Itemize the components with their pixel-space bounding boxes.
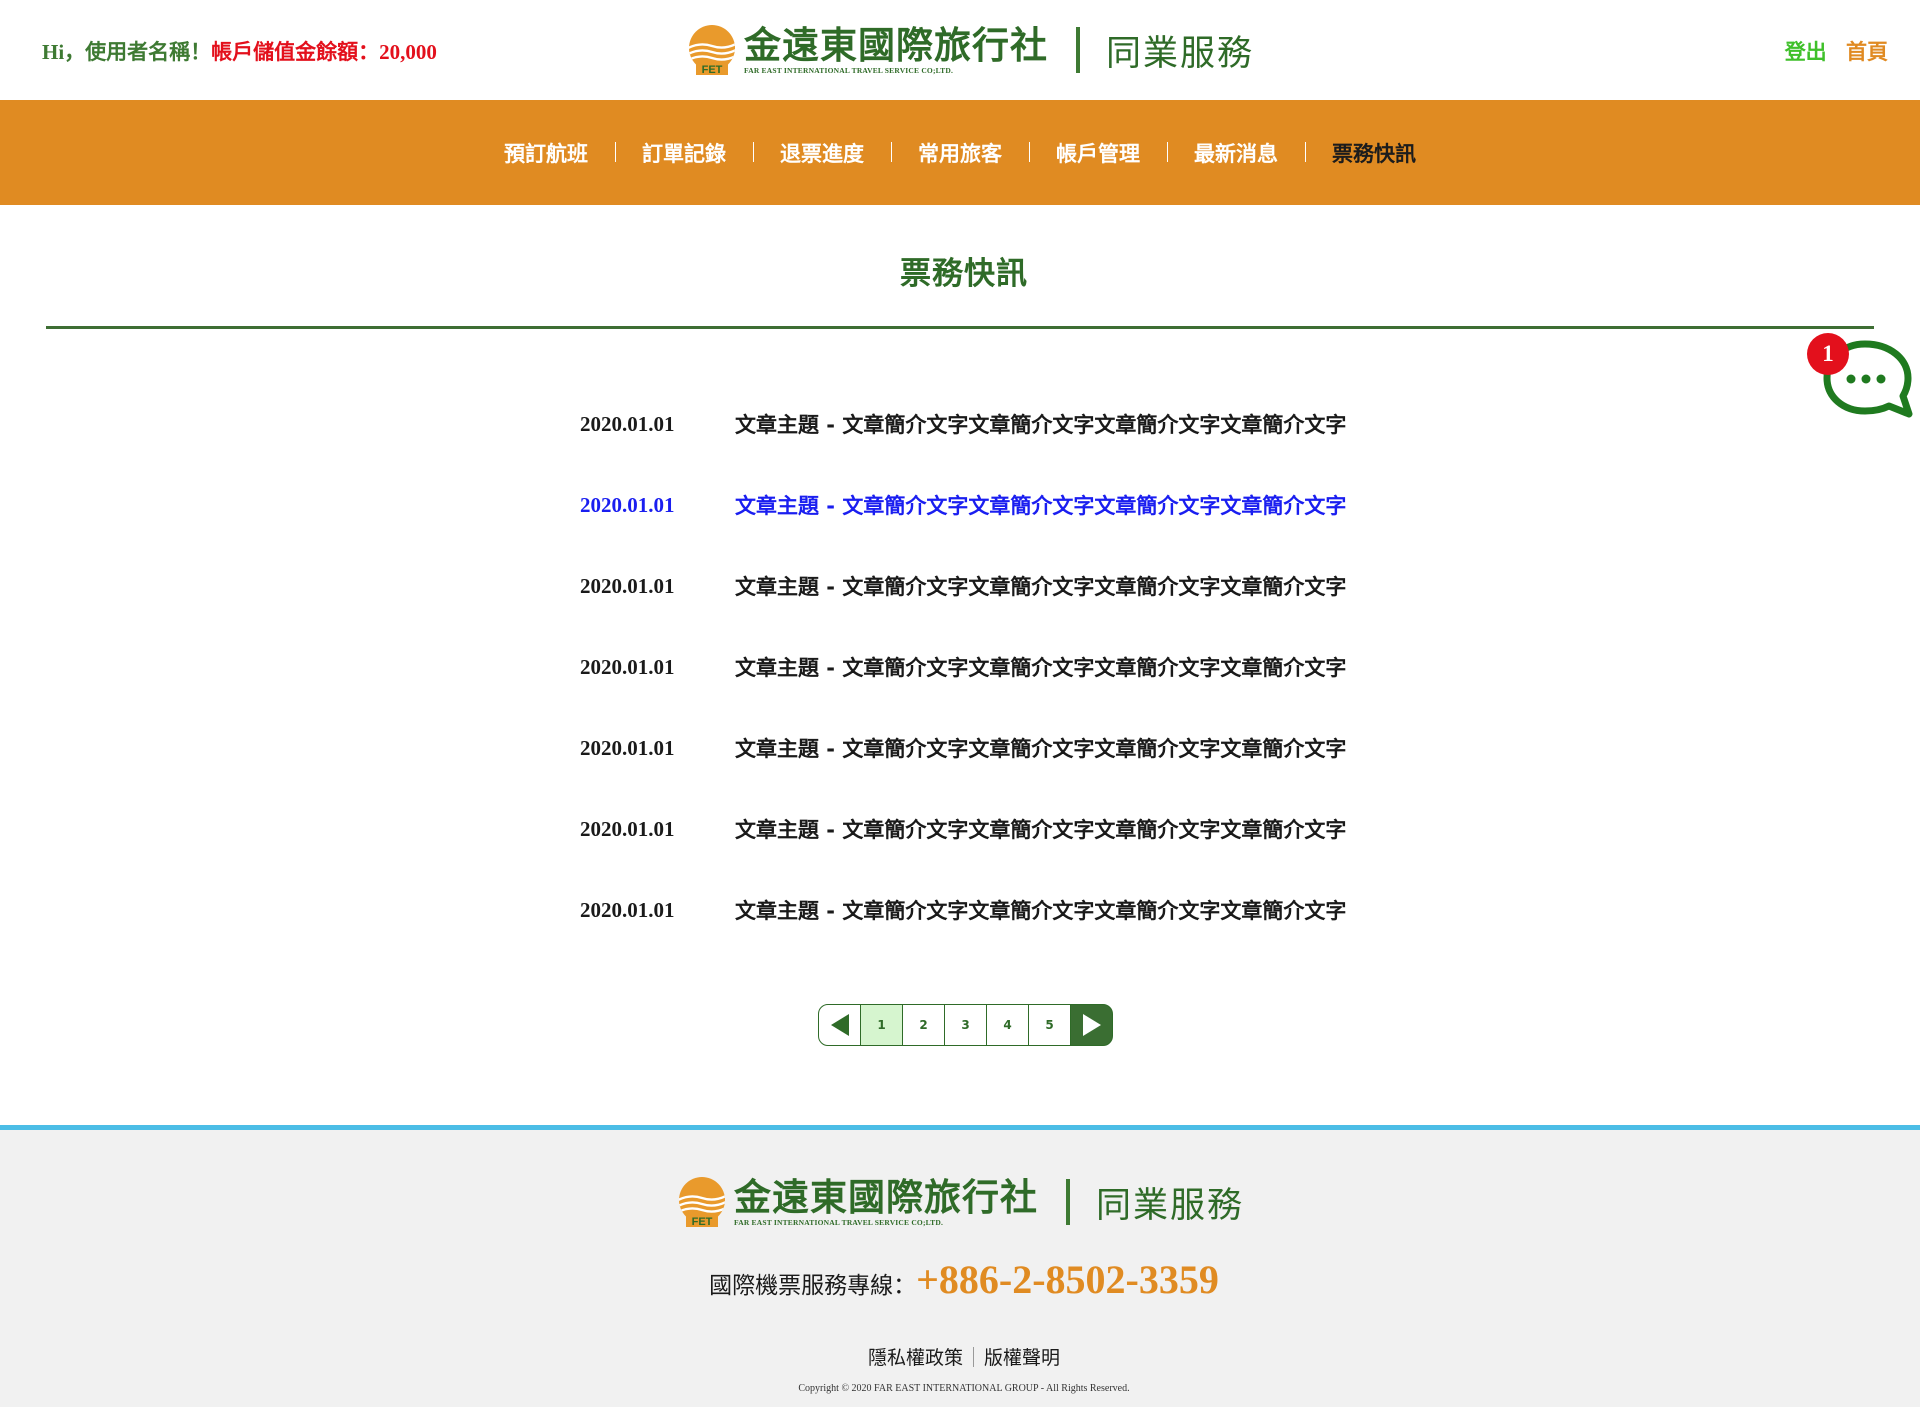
footer-brand-logo[interactable]: FET 金遠東國際旅行社 FAR EAST INTERNATIONAL TRAV… bbox=[676, 1172, 1244, 1232]
nav-item-book-flight[interactable]: 預訂航班 bbox=[477, 138, 615, 168]
nav-item-refund-progress[interactable]: 退票進度 bbox=[753, 138, 891, 168]
page-button[interactable]: 2 bbox=[902, 1004, 945, 1046]
logo-english: FAR EAST INTERNATIONAL TRAVEL SERVICE CO… bbox=[744, 65, 954, 75]
brand-divider bbox=[1066, 1179, 1070, 1225]
greeting-text: Hi，使用者名稱！ bbox=[42, 40, 212, 64]
nav-item-latest-news[interactable]: 最新消息 bbox=[1167, 138, 1305, 168]
news-title[interactable]: 文章主題 - 文章簡介文字文章簡介文字文章簡介文字文章簡介文字 bbox=[735, 557, 1346, 601]
copyright-text: Copyright © 2020 FAR EAST INTERNATIONAL … bbox=[798, 1383, 1130, 1394]
fet-logo-icon: FET bbox=[676, 1176, 728, 1228]
page-button[interactable]: 1 bbox=[860, 1004, 903, 1046]
news-title[interactable]: 文章主題 - 文章簡介文字文章簡介文字文章簡介文字文章簡介文字 bbox=[735, 638, 1346, 682]
news-item[interactable]: 2020.01.01 文章主題 - 文章簡介文字文章簡介文字文章簡介文字文章簡介… bbox=[580, 638, 1480, 719]
news-item[interactable]: 2020.01.01 文章主題 - 文章簡介文字文章簡介文字文章簡介文字文章簡介… bbox=[580, 395, 1480, 476]
page-button[interactable]: 5 bbox=[1028, 1004, 1071, 1046]
logo-badge-text: FET bbox=[692, 1216, 713, 1228]
news-list: 2020.01.01 文章主題 - 文章簡介文字文章簡介文字文章簡介文字文章簡介… bbox=[580, 395, 1480, 962]
privacy-policy-link[interactable]: 隱私權政策 bbox=[868, 1347, 963, 1369]
balance-value: 20,000 bbox=[379, 40, 437, 64]
news-title[interactable]: 文章主題 - 文章簡介文字文章簡介文字文章簡介文字文章簡介文字 bbox=[735, 719, 1346, 763]
link-divider bbox=[973, 1347, 974, 1367]
fet-logo-icon: FET bbox=[686, 24, 738, 76]
nav-item-account-management[interactable]: 帳戶管理 bbox=[1029, 138, 1167, 168]
news-title[interactable]: 文章主題 - 文章簡介文字文章簡介文字文章簡介文字文章簡介文字 bbox=[735, 476, 1346, 520]
title-divider bbox=[46, 326, 1874, 329]
news-title[interactable]: 文章主題 - 文章簡介文字文章簡介文字文章簡介文字文章簡介文字 bbox=[735, 395, 1346, 439]
balance-label: 帳戶儲值金餘額： bbox=[211, 40, 380, 64]
logo-english: FAR EAST INTERNATIONAL TRAVEL SERVICE CO… bbox=[734, 1217, 944, 1227]
news-date: 2020.01.01 bbox=[580, 412, 675, 436]
nav-item-ticket-news[interactable]: 票務快訊 bbox=[1305, 138, 1443, 168]
brand-subtitle: 同業服務 bbox=[1096, 1185, 1245, 1226]
chat-notification-badge: 1 bbox=[1807, 333, 1849, 375]
brand-subtitle: 同業服務 bbox=[1106, 33, 1255, 74]
user-greeting: Hi，使用者名稱！帳戶儲值金餘額：20,000 bbox=[42, 36, 437, 66]
logo-chinese: 金遠東國際旅行社 bbox=[744, 23, 1048, 67]
footer-links: 隱私權政策 版權聲明 bbox=[0, 1343, 1920, 1370]
logo-badge-text: FET bbox=[702, 64, 723, 76]
news-date: 2020.01.01 bbox=[580, 817, 675, 841]
triangle-left-icon bbox=[830, 1014, 849, 1036]
logo-chinese: 金遠東國際旅行社 bbox=[734, 1175, 1038, 1219]
nav-item-order-records[interactable]: 訂單記錄 bbox=[615, 138, 753, 168]
page-button[interactable]: 3 bbox=[944, 1004, 987, 1046]
page-title: 票務快訊 bbox=[900, 256, 1028, 292]
logout-link[interactable]: 登出 bbox=[1785, 40, 1827, 64]
news-date: 2020.01.01 bbox=[580, 493, 675, 517]
news-title[interactable]: 文章主題 - 文章簡介文字文章簡介文字文章簡介文字文章簡介文字 bbox=[735, 881, 1346, 925]
top-bar: Hi，使用者名稱！帳戶儲值金餘額：20,000 FET 金遠東國際旅行社 FAR… bbox=[0, 0, 1920, 100]
news-date: 2020.01.01 bbox=[580, 655, 675, 679]
triangle-right-icon bbox=[1082, 1014, 1101, 1036]
logo-text: 金遠東國際旅行社 FAR EAST INTERNATIONAL TRAVEL S… bbox=[734, 1175, 1038, 1227]
top-links: 登出 首頁 bbox=[1785, 36, 1888, 66]
news-date: 2020.01.01 bbox=[580, 898, 675, 922]
logo-text: 金遠東國際旅行社 FAR EAST INTERNATIONAL TRAVEL S… bbox=[744, 23, 1048, 75]
hotline-label: 國際機票服務專線： bbox=[709, 1273, 917, 1299]
next-page-button[interactable] bbox=[1070, 1004, 1113, 1046]
news-item[interactable]: 2020.01.01 文章主題 - 文章簡介文字文章簡介文字文章簡介文字文章簡介… bbox=[580, 476, 1480, 557]
prev-page-button[interactable] bbox=[818, 1004, 861, 1046]
footer: FET 金遠東國際旅行社 FAR EAST INTERNATIONAL TRAV… bbox=[0, 1125, 1920, 1407]
nav-item-frequent-travelers[interactable]: 常用旅客 bbox=[891, 138, 1029, 168]
news-item[interactable]: 2020.01.01 文章主題 - 文章簡介文字文章簡介文字文章簡介文字文章簡介… bbox=[580, 719, 1480, 800]
news-item[interactable]: 2020.01.01 文章主題 - 文章簡介文字文章簡介文字文章簡介文字文章簡介… bbox=[580, 800, 1480, 881]
news-item[interactable]: 2020.01.01 文章主題 - 文章簡介文字文章簡介文字文章簡介文字文章簡介… bbox=[580, 881, 1480, 962]
service-hotline: 國際機票服務專線：+886-2-8502-3359 bbox=[0, 1256, 1920, 1303]
main-nav: 預訂航班 訂單記錄 退票進度 常用旅客 帳戶管理 最新消息 票務快訊 bbox=[0, 100, 1920, 205]
pagination: 1 2 3 4 5 bbox=[818, 1004, 1113, 1046]
copyright-notice-link[interactable]: 版權聲明 bbox=[984, 1347, 1060, 1369]
news-title[interactable]: 文章主題 - 文章簡介文字文章簡介文字文章簡介文字文章簡介文字 bbox=[735, 800, 1346, 844]
news-date: 2020.01.01 bbox=[580, 736, 675, 760]
home-link[interactable]: 首頁 bbox=[1846, 40, 1888, 64]
brand-logo[interactable]: FET 金遠東國際旅行社 FAR EAST INTERNATIONAL TRAV… bbox=[686, 20, 1254, 80]
page-button[interactable]: 4 bbox=[986, 1004, 1029, 1046]
news-item[interactable]: 2020.01.01 文章主題 - 文章簡介文字文章簡介文字文章簡介文字文章簡介… bbox=[580, 557, 1480, 638]
news-date: 2020.01.01 bbox=[580, 574, 675, 598]
hotline-number[interactable]: +886-2-8502-3359 bbox=[916, 1257, 1219, 1302]
brand-divider bbox=[1076, 27, 1080, 73]
